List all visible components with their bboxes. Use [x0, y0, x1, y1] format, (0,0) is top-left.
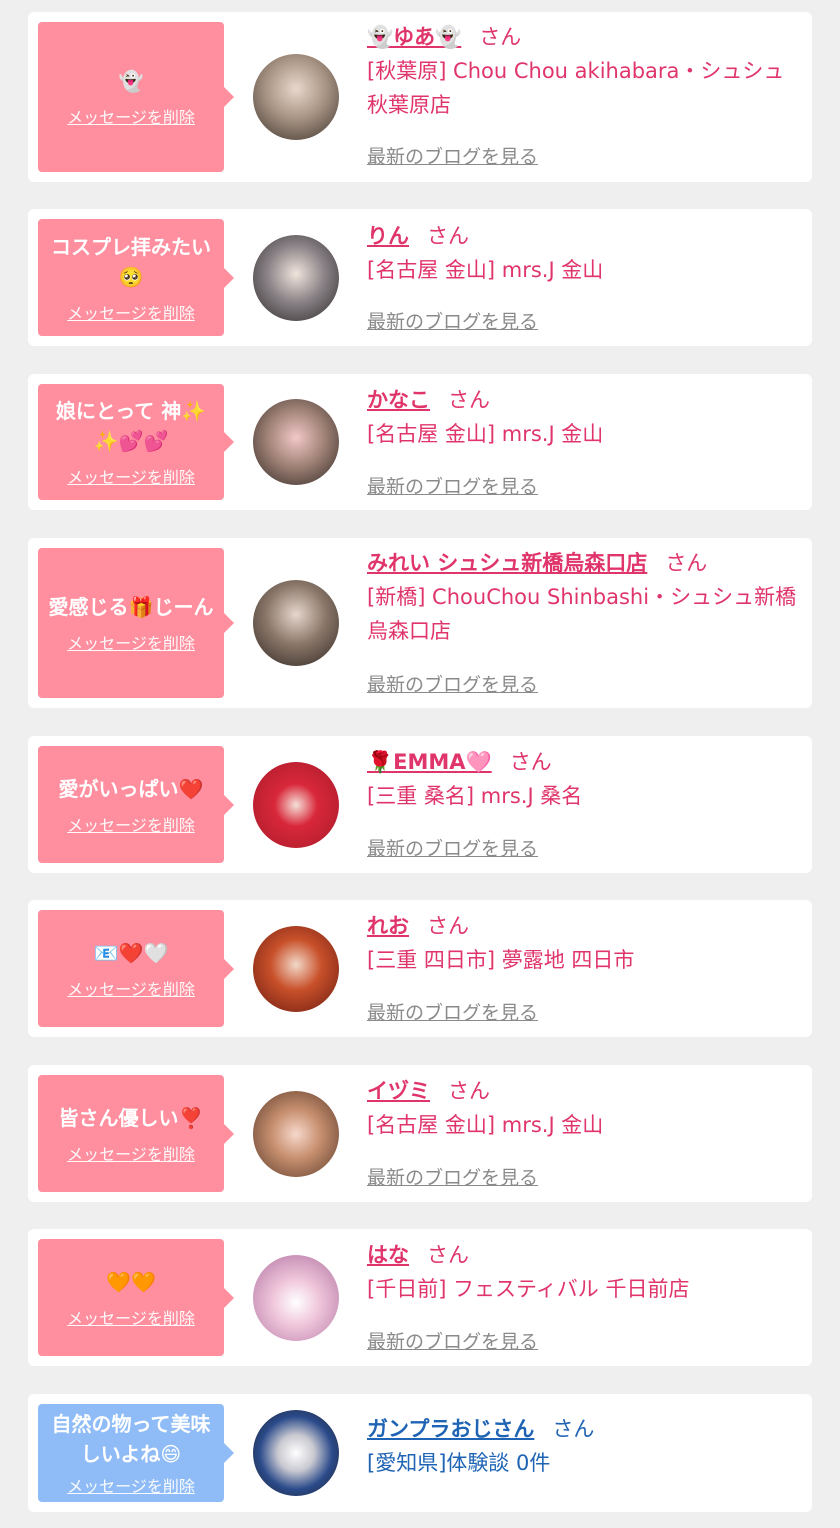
sender-name-link[interactable]: りん: [367, 224, 409, 248]
sender-info: れお さん [三重 四日市] 夢露地 四日市: [367, 911, 802, 977]
avatar[interactable]: [253, 1410, 339, 1496]
message-bubble: コスプレ拝みたい🥺 メッセージを削除: [38, 219, 234, 336]
delete-message-link[interactable]: メッセージを削除: [67, 464, 195, 488]
delete-message-link[interactable]: メッセージを削除: [67, 104, 195, 128]
delete-message-link[interactable]: メッセージを削除: [67, 976, 195, 1000]
shop-name: [三重 四日市] 夢露地 四日市: [367, 948, 635, 972]
message-card: 👻 メッセージを削除 👻ゆあ👻 さん [秋葉原] Chou Chou akihab…: [28, 12, 812, 182]
avatar[interactable]: [253, 762, 339, 848]
message-text: 📧❤️🤍: [93, 940, 169, 965]
sender-info: イヅミ さん [名古屋 金山] mrs.J 金山: [367, 1076, 802, 1142]
latest-blog-link[interactable]: 最新のブログを見る: [367, 142, 538, 169]
sender-info: 👻ゆあ👻 さん [秋葉原] Chou Chou akihabara・シュシュ秋葉原…: [367, 22, 802, 122]
latest-blog-link[interactable]: 最新のブログを見る: [367, 307, 538, 334]
shop-name: [名古屋 金山] mrs.J 金山: [367, 422, 604, 446]
shop-name: [千日前] フェスティバル 千日前店: [367, 1277, 690, 1301]
message-bubble: 👻 メッセージを削除: [38, 22, 234, 172]
san-suffix: さん: [448, 388, 490, 412]
shop-name: [名古屋 金山] mrs.J 金山: [367, 258, 604, 282]
san-suffix: さん: [665, 551, 708, 575]
sender-info: はな さん [千日前] フェスティバル 千日前店: [367, 1240, 802, 1306]
latest-blog-link[interactable]: 最新のブログを見る: [367, 1327, 538, 1354]
san-suffix: さん: [509, 750, 552, 774]
message-card: 皆さん優しい❣️ メッセージを削除 イヅミ さん [名古屋 金山] mrs.J 金…: [28, 1065, 812, 1202]
latest-blog-link[interactable]: 最新のブログを見る: [367, 998, 538, 1025]
delete-message-link[interactable]: メッセージを削除: [67, 1305, 195, 1329]
avatar[interactable]: [253, 926, 339, 1012]
delete-message-link[interactable]: メッセージを削除: [67, 300, 195, 324]
message-text: 🧡🧡: [106, 1269, 156, 1294]
san-suffix: さん: [448, 1079, 490, 1103]
message-card: 娘にとって 神✨✨💕💕 メッセージを削除 かなこ さん [名古屋 金山] mrs.…: [28, 374, 812, 510]
message-card: 愛感じる🎁じーん メッセージを削除 みれい シュシュ新橋烏森口店 さん [新橋] …: [28, 538, 812, 708]
sender-name-link[interactable]: 🌹EMMA🩷: [367, 750, 492, 774]
avatar[interactable]: [253, 235, 339, 321]
latest-blog-link[interactable]: 最新のブログを見る: [367, 472, 538, 499]
message-card: 愛がいっぱい❤️ メッセージを削除 🌹EMMA🩷 さん [三重 桑名] mrs.J…: [28, 736, 812, 873]
shop-name: [名古屋 金山] mrs.J 金山: [367, 1113, 604, 1137]
sender-name-link[interactable]: はな: [367, 1243, 409, 1267]
message-text: コスプレ拝みたい🥺: [51, 234, 211, 289]
message-text: 皆さん優しい❣️: [58, 1105, 204, 1130]
message-card: 🧡🧡 メッセージを削除 はな さん [千日前] フェスティバル 千日前店 最新のブ…: [28, 1229, 812, 1366]
sender-name-link[interactable]: イヅミ: [367, 1079, 430, 1103]
message-list: 👻 メッセージを削除 👻ゆあ👻 さん [秋葉原] Chou Chou akihab…: [0, 0, 840, 1528]
message-text: 愛がいっぱい❤️: [58, 776, 204, 801]
sender-info: かなこ さん [名古屋 金山] mrs.J 金山: [367, 385, 802, 451]
message-bubble: 自然の物って美味しいよね😄 メッセージを削除: [38, 1404, 234, 1502]
message-card: 📧❤️🤍 メッセージを削除 れお さん [三重 四日市] 夢露地 四日市 最新のブ…: [28, 900, 812, 1037]
avatar[interactable]: [253, 399, 339, 485]
message-bubble: 📧❤️🤍 メッセージを削除: [38, 910, 234, 1027]
shop-name: [新橋] ChouChou Shinbashi・シュシュ新橋烏森口店: [367, 585, 797, 643]
avatar[interactable]: [253, 1091, 339, 1177]
sender-name-link[interactable]: ガンプラおじさん: [367, 1417, 534, 1441]
san-suffix: さん: [427, 914, 469, 938]
message-card: コスプレ拝みたい🥺 メッセージを削除 りん さん [名古屋 金山] mrs.J 金…: [28, 209, 812, 346]
sender-name-link[interactable]: みれい シュシュ新橋烏森口店: [367, 551, 647, 575]
san-suffix: さん: [427, 224, 469, 248]
message-text: 愛感じる🎁じーん: [48, 595, 214, 619]
message-text: 👻: [118, 69, 144, 93]
shop-name: [愛知県]体験談 0件: [367, 1451, 551, 1475]
sender-info: ガンプラおじさん さん [愛知県]体験談 0件: [367, 1414, 802, 1480]
sender-name-link[interactable]: 👻ゆあ👻: [367, 25, 461, 49]
sender-name-link[interactable]: かなこ: [367, 388, 430, 412]
delete-message-link[interactable]: メッセージを削除: [67, 1473, 195, 1497]
sender-info: みれい シュシュ新橋烏森口店 さん [新橋] ChouChou Shinbashi…: [367, 548, 802, 648]
message-text: 自然の物って美味しいよね😄: [51, 1412, 211, 1466]
message-text: 娘にとって 神✨✨💕💕: [55, 399, 207, 453]
latest-blog-link[interactable]: 最新のブログを見る: [367, 670, 538, 697]
san-suffix: さん: [552, 1417, 595, 1441]
sender-info: りん さん [名古屋 金山] mrs.J 金山: [367, 221, 802, 287]
latest-blog-link[interactable]: 最新のブログを見る: [367, 1163, 538, 1190]
message-card: 自然の物って美味しいよね😄 メッセージを削除 ガンプラおじさん さん [愛知県]体…: [28, 1394, 812, 1512]
avatar[interactable]: [253, 1255, 339, 1341]
sender-name-link[interactable]: れお: [367, 914, 409, 938]
delete-message-link[interactable]: メッセージを削除: [67, 630, 195, 654]
shop-name: [秋葉原] Chou Chou akihabara・シュシュ秋葉原店: [367, 59, 785, 117]
delete-message-link[interactable]: メッセージを削除: [67, 812, 195, 836]
message-bubble: 娘にとって 神✨✨💕💕 メッセージを削除: [38, 384, 234, 500]
avatar[interactable]: [253, 580, 339, 666]
message-bubble: 愛がいっぱい❤️ メッセージを削除: [38, 746, 234, 863]
message-bubble: 皆さん優しい❣️ メッセージを削除: [38, 1075, 234, 1192]
avatar[interactable]: [253, 54, 339, 140]
san-suffix: さん: [427, 1243, 469, 1267]
shop-name: [三重 桑名] mrs.J 桑名: [367, 784, 583, 808]
latest-blog-link[interactable]: 最新のブログを見る: [367, 834, 538, 861]
sender-info: 🌹EMMA🩷 さん [三重 桑名] mrs.J 桑名: [367, 747, 802, 813]
san-suffix: さん: [479, 25, 522, 49]
message-bubble: 🧡🧡 メッセージを削除: [38, 1239, 234, 1356]
message-bubble: 愛感じる🎁じーん メッセージを削除: [38, 548, 234, 698]
delete-message-link[interactable]: メッセージを削除: [67, 1141, 195, 1165]
